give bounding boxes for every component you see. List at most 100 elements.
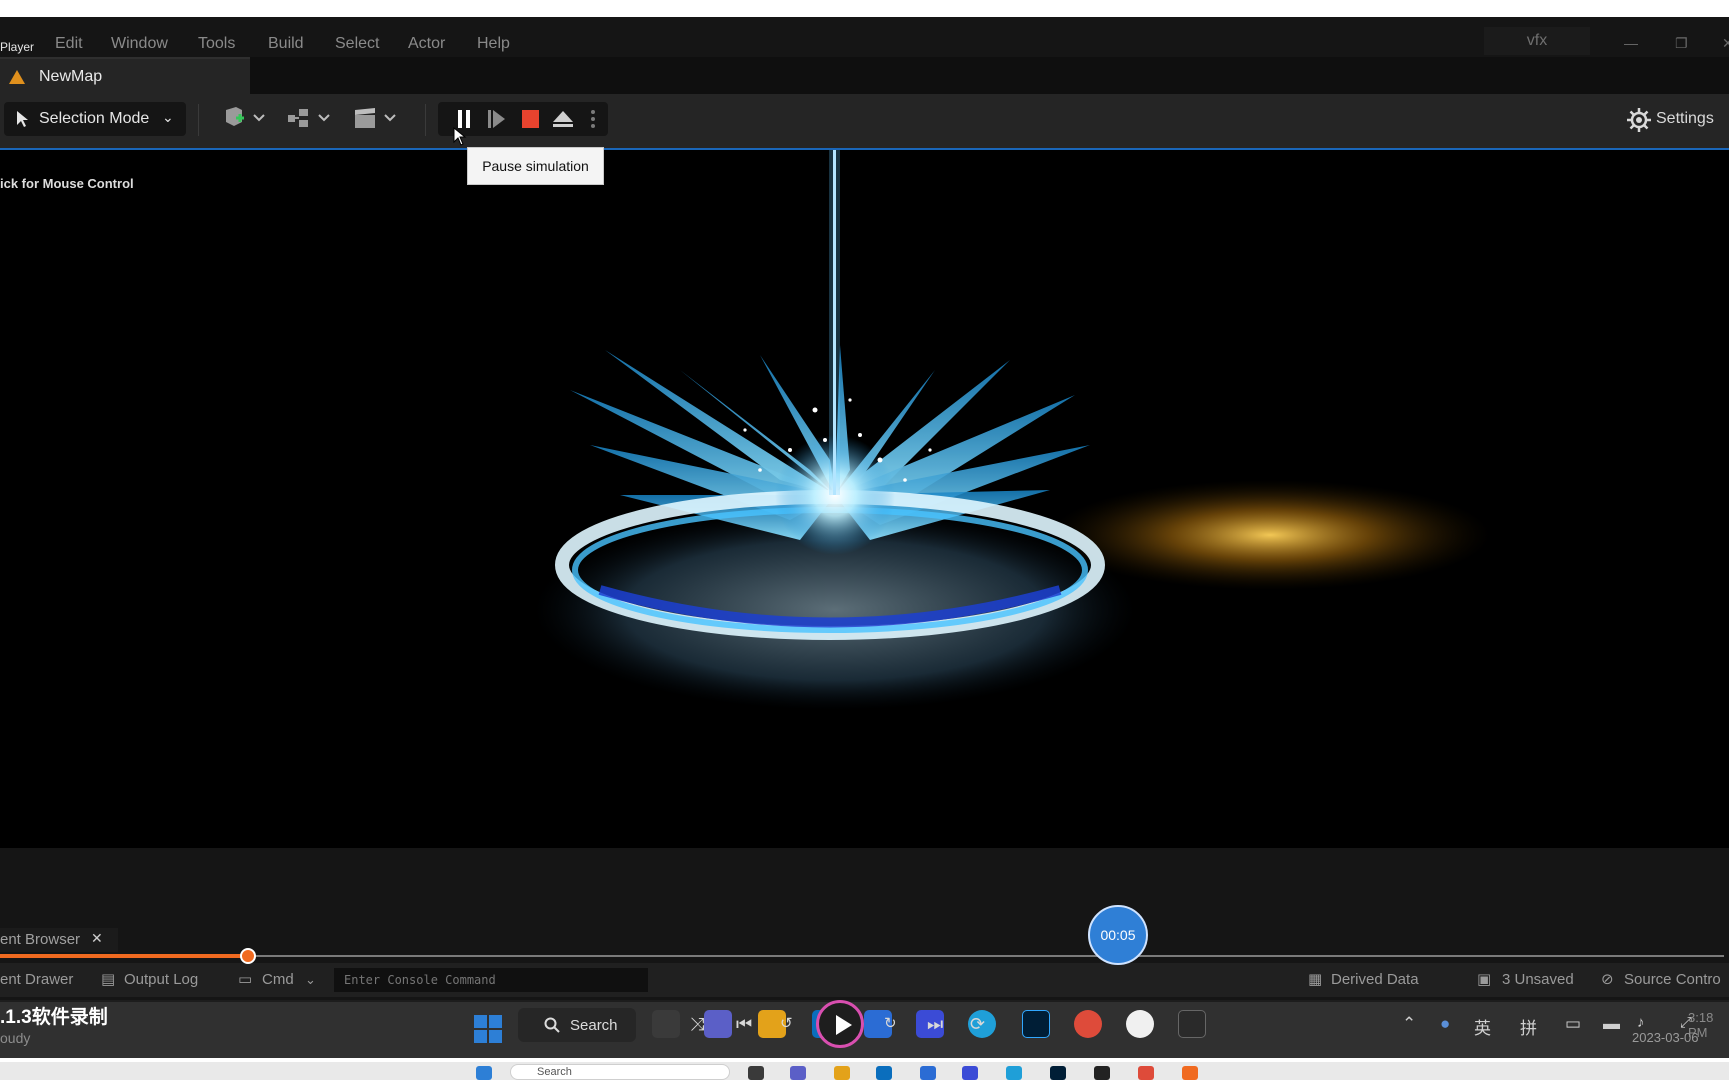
microphone-icon[interactable]: ● [1440,1014,1450,1034]
menu-tools[interactable]: Tools [198,35,235,53]
add-actor-button[interactable] [222,104,278,134]
unsaved-icon: ▣ [1477,971,1492,988]
close-icon[interactable]: ✕ [1722,35,1729,52]
unreal-engine-icon[interactable] [1126,1010,1154,1038]
menu-window[interactable]: Window [111,35,168,53]
output-log-icon: ▤ [101,971,116,988]
task-view-icon[interactable] [652,1010,680,1038]
tab-newmap[interactable]: NewMap [0,57,250,94]
mouse-control-hint: ick for Mouse Control [0,176,134,191]
document-tab-strip: NewMap [0,57,1729,94]
pause-tooltip: Pause simulation [467,147,604,185]
photoshop-icon[interactable] [1050,1066,1066,1080]
seek-rail [0,955,1724,957]
close-icon[interactable]: ✕ [91,930,103,947]
console-command-input[interactable] [334,968,648,992]
content-browser-label: ent Browser [0,931,81,948]
time-bubble: 00:05 [1088,905,1148,965]
clock-date: 2023-03-06 [1632,1030,1699,1045]
taskbar-search[interactable]: Search [518,1008,636,1042]
cursor-mode-icon [17,111,28,127]
mail-icon[interactable] [920,1066,936,1080]
toolbar-divider [198,104,199,136]
shuffle-icon[interactable]: ⤨ [690,1014,704,1035]
task-view-icon[interactable] [748,1066,764,1080]
player-seek-bar[interactable] [0,948,1729,964]
eject-icon[interactable] [551,108,575,130]
previous-icon[interactable]: ⏮ [736,1014,752,1035]
stop-icon[interactable] [518,108,542,130]
cinematics-button[interactable] [353,104,409,134]
network-icon[interactable]: ▭ [1565,1014,1581,1034]
menu-select[interactable]: Select [335,35,379,53]
unreal-editor-window: Player Edit Window Tools Build Select Ac… [0,17,1729,1002]
repeat-icon[interactable]: ⟳ [970,1014,985,1035]
menu-build[interactable]: Build [268,35,304,53]
store-icon[interactable] [876,1066,892,1080]
seek-handle[interactable] [240,948,256,964]
selection-mode-dropdown[interactable]: Selection Mode ⌄ [4,102,186,136]
player-and-taskbar: .1.3软件录制 oudy Search ⤨ ⏮ ↺ ↻ ⏭ ⟳ ⌃ ● 英 拼… [0,1000,1729,1058]
cmd-dropdown[interactable]: Cmd [262,971,294,988]
ime-language[interactable]: 英 [1474,1014,1491,1039]
terminal-icon: ▭ [238,971,253,988]
derived-data-button[interactable]: Derived Data [1331,971,1419,988]
forward-30-icon[interactable]: ↻ [884,1014,897,1032]
epic-games-icon[interactable] [1178,1010,1206,1038]
display-icon[interactable]: ▬ [1603,1014,1620,1034]
player-icon[interactable] [1182,1066,1198,1080]
photoshop-icon[interactable] [1022,1010,1050,1038]
output-log-button[interactable]: Output Log [124,971,198,988]
screen: Player Edit Window Tools Build Select Ac… [0,0,1729,1080]
level-viewport[interactable]: ick for Mouse Control [0,148,1729,848]
windows-start-icon[interactable] [476,1066,492,1080]
app-name: Player [0,40,35,54]
source-control-button[interactable]: Source Contro [1624,971,1721,988]
app-icon[interactable] [962,1066,978,1080]
volume-icon[interactable]: ♪ [1637,1014,1645,1031]
editor-status-bar: ent Drawer ▤ Output Log ▭ Cmd ⌄ ▦ Derive… [0,963,1729,997]
menu-bar: Player Edit Window Tools Build Select Ac… [0,23,1729,57]
recording-title: .1.3软件录制 [0,1007,108,1028]
edge-icon[interactable] [1006,1066,1022,1080]
derived-data-icon: ▦ [1308,971,1323,988]
blueprint-icon [288,109,330,127]
search-label: Search [570,1017,618,1034]
search-icon [544,1017,560,1033]
chrome-icon[interactable] [1074,1010,1102,1038]
vfx-lotus-effect [535,150,1490,710]
taskbar-search[interactable]: Search [510,1064,730,1080]
unsaved-button[interactable]: 3 Unsaved [1502,971,1574,988]
minimize-icon[interactable]: — [1624,35,1638,51]
chevron-down-icon: ⌄ [305,972,316,987]
gear-icon [1627,108,1651,132]
ime-mode[interactable]: 拼 [1520,1014,1537,1039]
windows-start-icon[interactable] [473,1014,503,1044]
advance-frame-icon[interactable] [485,108,509,130]
file-explorer-icon[interactable] [834,1066,850,1080]
chat-icon[interactable] [790,1066,806,1080]
play-button[interactable] [816,1000,864,1048]
blueprint-button[interactable] [287,104,343,134]
menu-help[interactable]: Help [477,35,510,53]
content-drawer-button[interactable]: ent Drawer [0,971,73,988]
chrome-icon[interactable] [1138,1066,1154,1080]
settings-label: Settings [1656,110,1714,127]
more-options-icon[interactable] [581,108,605,130]
chevron-up-icon[interactable]: ⌃ [1402,1014,1416,1034]
restore-icon[interactable]: ❐ [1675,35,1688,52]
level-toolbar: Selection Mode ⌄ Settings [0,94,1729,148]
menu-actor[interactable]: Actor [408,35,445,53]
recording-subtitle: oudy [0,1030,31,1046]
chat-icon[interactable] [704,1010,732,1038]
rewind-10-icon[interactable]: ↺ [780,1014,793,1032]
content-browser-tab[interactable]: ent Browser ✕ [0,928,118,952]
clapperboard-icon [355,108,396,128]
mouse-cursor-icon [453,127,467,146]
source-control-icon: ⊘ [1601,971,1614,988]
next-icon[interactable]: ⏭ [927,1014,943,1035]
underlying-taskbar: Search [0,1062,1729,1080]
chevron-down-icon: ⌄ [162,109,174,125]
menu-edit[interactable]: Edit [55,35,83,53]
unreal-engine-icon[interactable] [1094,1066,1110,1080]
